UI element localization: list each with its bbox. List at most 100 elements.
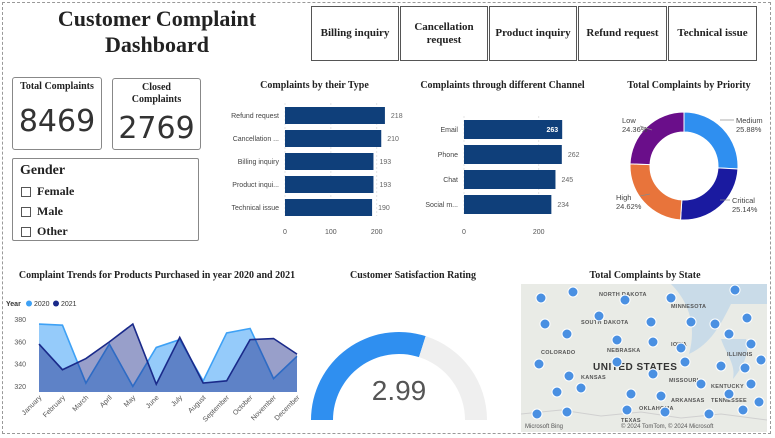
category-label: Cancellation ... bbox=[233, 136, 279, 143]
bar bbox=[464, 195, 552, 214]
state-bubble bbox=[741, 312, 753, 324]
state-bubble bbox=[739, 362, 751, 374]
state-bubble bbox=[755, 354, 767, 366]
state-bubble bbox=[655, 390, 667, 402]
state-bubble bbox=[563, 370, 575, 382]
state-bubble bbox=[575, 382, 587, 394]
bar bbox=[285, 153, 374, 170]
category-label: Email bbox=[440, 127, 458, 134]
x-tick-label: 200 bbox=[533, 229, 545, 236]
data-label: 210 bbox=[387, 136, 399, 143]
state-bubble bbox=[645, 316, 657, 328]
kpi-closed-label: Closed Complaints bbox=[131, 82, 182, 105]
priority-donut-chart: Medium25.88% Critical25.14% High24.62% Low2… bbox=[616, 111, 763, 221]
checkbox-female[interactable] bbox=[21, 186, 31, 197]
slicer-product-inquiry[interactable]: Product inquiry bbox=[489, 6, 577, 61]
category-label: Chat bbox=[443, 177, 458, 184]
state-bubble bbox=[729, 284, 741, 296]
state-bubble bbox=[647, 368, 659, 380]
state-label: NEBRASKA bbox=[607, 348, 641, 354]
state-bubble bbox=[539, 318, 551, 330]
type-chart-title: Complaints by their Type bbox=[260, 80, 369, 91]
gauge-value-label: 2.99 bbox=[372, 375, 427, 406]
state-bubble bbox=[567, 286, 579, 298]
kpi-total-complaints: Total Complaints 8469 bbox=[12, 77, 102, 150]
state-bubble bbox=[621, 404, 633, 416]
data-label: 245 bbox=[561, 177, 573, 184]
donut-slice bbox=[680, 167, 739, 221]
map-chart-title: Total Complaints by State bbox=[589, 270, 701, 281]
type-bar-chart: 0 100 200 Refund request 218 Cancellation ...… bbox=[231, 103, 403, 236]
kpi-total-value: 8469 bbox=[18, 104, 96, 139]
bar bbox=[285, 107, 385, 124]
slice-pct-label: 24.36% bbox=[622, 125, 648, 134]
data-label: 193 bbox=[379, 159, 391, 166]
category-label: Social m... bbox=[425, 202, 458, 209]
data-label: 262 bbox=[568, 152, 580, 159]
donut-slice bbox=[629, 163, 683, 221]
category-label: Product inqui... bbox=[232, 182, 279, 189]
state-bubble bbox=[695, 378, 707, 390]
category-label: Phone bbox=[438, 152, 458, 159]
slicer-technical-issue[interactable]: Technical issue bbox=[668, 6, 757, 61]
state-map[interactable]: NORTH DAKOTA MINNESOTA SOUTH DAKOTA NEBRASK… bbox=[521, 284, 767, 432]
x-tick-label: May bbox=[123, 394, 138, 409]
state-bubble bbox=[715, 360, 727, 372]
slicer-cancellation-request[interactable]: Cancellation request bbox=[400, 6, 488, 61]
state-bubble bbox=[723, 388, 735, 400]
category-label: Billing inquiry bbox=[238, 159, 280, 166]
state-label: COLORADO bbox=[541, 350, 576, 356]
gender-label-other: Other bbox=[37, 224, 68, 238]
gauge-chart-title: Customer Satisfaction Rating bbox=[350, 270, 476, 281]
y-tick-label: 340 bbox=[14, 362, 26, 369]
state-label: UNITED STATES bbox=[593, 362, 677, 373]
state-bubble bbox=[703, 408, 715, 420]
state-bubble bbox=[679, 356, 691, 368]
state-label: KANSAS bbox=[581, 375, 606, 381]
satisfaction-gauge: 2.99 bbox=[311, 332, 487, 420]
bar bbox=[464, 170, 556, 189]
state-label: SOUTH DAKOTA bbox=[581, 320, 629, 326]
state-bubble bbox=[737, 404, 749, 416]
gender-option-other[interactable]: Other bbox=[21, 224, 68, 239]
gender-slicer: Gender Female Male Other bbox=[12, 158, 199, 241]
state-bubble bbox=[745, 338, 757, 350]
gender-option-male[interactable]: Male bbox=[21, 204, 63, 219]
slicer-refund-request[interactable]: Refund request bbox=[578, 6, 667, 61]
gender-option-female[interactable]: Female bbox=[21, 184, 74, 199]
bar bbox=[285, 130, 382, 147]
state-label: MINNESOTA bbox=[671, 304, 706, 310]
trends-chart-title: Complaint Trends for Products Purchased … bbox=[18, 270, 296, 281]
slice-pct-label: 25.14% bbox=[732, 205, 758, 214]
slicer-billing-inquiry[interactable]: Billing inquiry bbox=[311, 6, 399, 61]
gender-title: Gender bbox=[20, 163, 66, 178]
x-tick-label: October bbox=[232, 394, 255, 417]
channel-bar-chart: 0 200 Email 263 Phone 262 Chat 245 Social m... 23… bbox=[425, 116, 580, 236]
y-tick-label: 380 bbox=[14, 317, 26, 324]
checkbox-other[interactable] bbox=[21, 226, 31, 237]
state-bubble bbox=[723, 328, 735, 340]
kpi-closed-value: 2769 bbox=[118, 111, 195, 146]
state-label: ILLINOIS bbox=[727, 352, 753, 358]
x-tick-label: 100 bbox=[325, 229, 337, 236]
legend-title: Year bbox=[6, 301, 21, 308]
legend-label-2020: 2020 bbox=[34, 301, 50, 308]
slice-pct-label: 24.62% bbox=[616, 202, 642, 211]
state-bubble bbox=[533, 358, 545, 370]
x-tick-label: 0 bbox=[462, 229, 466, 236]
checkbox-male[interactable] bbox=[21, 206, 31, 217]
state-bubble bbox=[685, 316, 697, 328]
state-bubble bbox=[535, 292, 547, 304]
bar bbox=[464, 145, 562, 164]
y-tick-label: 320 bbox=[14, 384, 26, 391]
state-bubble bbox=[753, 396, 765, 408]
slice-pct-label: 25.88% bbox=[736, 125, 762, 134]
priority-chart-title: Total Complaints by Priority bbox=[627, 80, 751, 91]
state-bubble bbox=[665, 292, 677, 304]
kpi-total-label: Total Complaints bbox=[20, 81, 94, 92]
data-label: 190 bbox=[378, 205, 390, 212]
legend-label-2021: 2021 bbox=[61, 301, 77, 308]
x-tick-label: July bbox=[170, 394, 184, 408]
kpi-closed-complaints: Closed Complaints 2769 bbox=[112, 78, 201, 150]
slice-name-label: Low bbox=[622, 116, 636, 125]
